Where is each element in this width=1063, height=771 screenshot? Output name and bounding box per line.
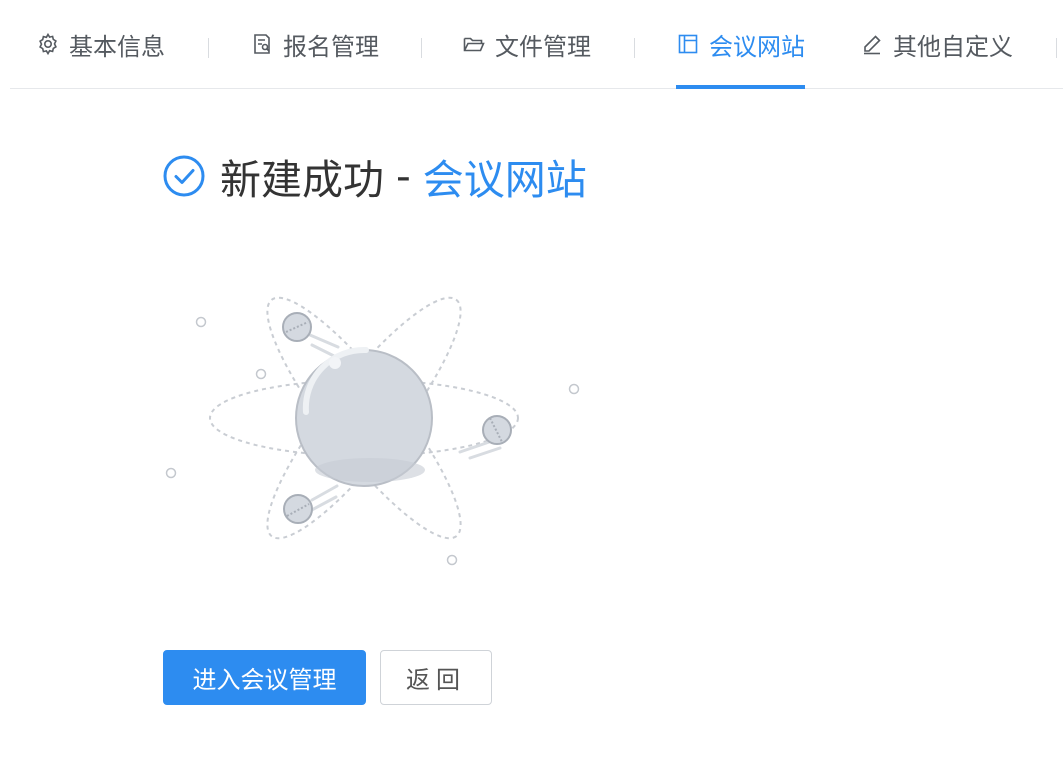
tab-label: 基本信息: [69, 32, 165, 61]
tab-label: 其他自定义: [893, 32, 1013, 61]
tab-separator: [1056, 38, 1057, 58]
planet-illustration: [160, 290, 600, 584]
folder-open-icon: [462, 32, 486, 56]
title-prefix: 新建成功: [220, 156, 384, 204]
layout-icon: [676, 32, 700, 56]
title-separator: -: [396, 152, 411, 200]
tab-label: 文件管理: [495, 32, 591, 61]
tab-bar: 基本信息 报名管理 文件管理 会议网站 其他自定义: [10, 0, 1063, 89]
tab-separator: [208, 38, 209, 58]
tab-separator: [634, 38, 635, 58]
gear-icon: [36, 32, 60, 56]
tab-label: 会议网站: [709, 32, 805, 61]
title-highlight: 会议网站: [422, 156, 587, 204]
result-title: 新建成功 - 会议网站: [162, 146, 587, 206]
tab-separator: [421, 38, 422, 58]
tab-registration[interactable]: 报名管理: [250, 0, 379, 88]
enter-conference-management-button[interactable]: 进入会议管理: [163, 650, 366, 705]
check-circle-icon: [162, 154, 206, 198]
tab-conference-website[interactable]: 会议网站: [676, 0, 805, 89]
edit-icon: [860, 32, 884, 56]
tab-basic-info[interactable]: 基本信息: [36, 0, 165, 88]
back-button[interactable]: 返回: [380, 650, 492, 705]
tab-label: 报名管理: [283, 32, 379, 61]
form-icon: [250, 32, 274, 56]
tab-file-management[interactable]: 文件管理: [462, 0, 591, 88]
tab-other-custom[interactable]: 其他自定义: [860, 0, 1013, 88]
